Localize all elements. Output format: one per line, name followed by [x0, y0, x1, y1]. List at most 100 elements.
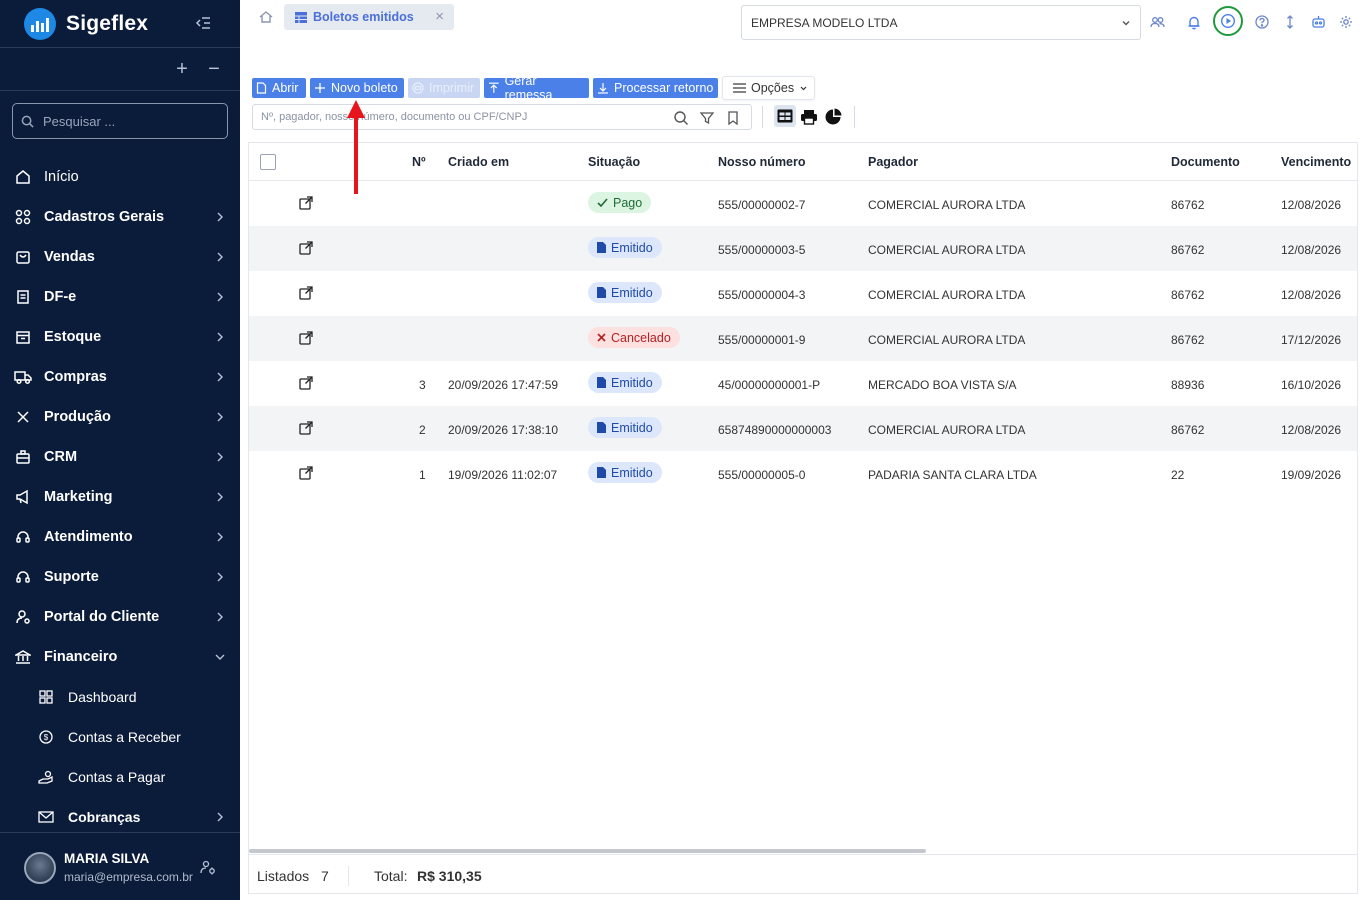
open-external-icon[interactable] — [299, 331, 313, 345]
sidebar-item-label: Marketing — [44, 489, 113, 505]
sidebar-item-portal-do-cliente[interactable]: Portal do Cliente — [0, 597, 240, 637]
open-external-icon[interactable] — [299, 196, 313, 210]
check-icon — [597, 197, 608, 207]
sidebar-item-cadastros-gerais[interactable]: Cadastros Gerais — [0, 197, 240, 237]
status-badge-label: Pago — [613, 195, 643, 210]
users-icon[interactable] — [1148, 13, 1166, 31]
sidebar-item-dfe[interactable]: DF-e — [0, 277, 240, 317]
column-header-criado-em[interactable]: Criado em — [448, 155, 509, 169]
expand-all-icon[interactable]: + — [172, 58, 192, 80]
cell-nosso-numero: 45/00000000001-P — [718, 378, 821, 392]
resize-vertical-icon[interactable] — [1281, 13, 1299, 31]
sidebar-item-inicio[interactable]: Início — [0, 157, 240, 197]
robot-icon[interactable] — [1309, 13, 1327, 31]
select-all-checkbox[interactable] — [260, 154, 276, 170]
sidebar-item-estoque[interactable]: Estoque — [0, 317, 240, 357]
search-icon[interactable] — [673, 110, 689, 126]
sidebar-subitem-dashboard[interactable]: Dashboard — [0, 677, 240, 717]
sidebar-subitem-contas-a-receber[interactable]: $ Contas a Receber — [0, 717, 240, 757]
sidebar-item-crm[interactable]: CRM — [0, 437, 240, 477]
open-external-icon[interactable] — [299, 466, 313, 480]
brand[interactable]: Sigeflex — [24, 8, 148, 40]
headset-icon — [14, 528, 32, 546]
gerar-remessa-label: Gerar remessa — [504, 74, 553, 102]
cell-criado-em: 20/09/2026 17:47:59 — [448, 378, 559, 392]
play-button[interactable] — [1213, 6, 1243, 36]
app-root: Sigeflex + − Início Cadastros Gerais — [0, 0, 1366, 900]
open-external-icon[interactable] — [299, 241, 313, 255]
gear-icon[interactable] — [1337, 13, 1355, 31]
sidebar-item-marketing[interactable]: Marketing — [0, 477, 240, 517]
collapse-sidebar-icon[interactable] — [192, 12, 214, 34]
column-header-vencimento[interactable]: Vencimento — [1281, 155, 1351, 169]
menu-icon — [733, 83, 746, 93]
column-header-numero[interactable]: Nº — [412, 155, 426, 169]
column-header-documento[interactable]: Documento — [1171, 155, 1240, 169]
hand-coins-icon — [38, 769, 54, 785]
table-row[interactable]: Emitido 555/00000003-5 COMERCIAL AURORA LT… — [249, 226, 1357, 271]
sidebar-item-atendimento[interactable]: Atendimento — [0, 517, 240, 557]
filter-icon[interactable] — [699, 110, 715, 126]
open-external-icon[interactable] — [299, 376, 313, 390]
collapse-all-icon[interactable]: − — [204, 58, 224, 80]
novo-boleto-button[interactable]: Novo boleto — [310, 78, 404, 98]
table-row[interactable]: 3 20/09/2026 17:47:59 Emitido 45/0000000000… — [249, 361, 1357, 406]
table-row[interactable]: 2 20/09/2026 17:38:10 Emitido 6587489000000… — [249, 406, 1357, 451]
chevron-right-icon — [217, 372, 223, 382]
chevron-down-icon — [800, 86, 807, 90]
bookmark-icon[interactable] — [725, 110, 741, 126]
tab-label: Boletos emitidos — [313, 10, 414, 24]
column-header-nosso-numero[interactable]: Nosso número — [718, 155, 806, 169]
column-header-situacao[interactable]: Situação — [588, 155, 640, 169]
bell-icon[interactable] — [1185, 13, 1203, 31]
table-row[interactable]: Emitido 555/00000004-3 COMERCIAL AURORA LT… — [249, 271, 1357, 316]
help-icon[interactable] — [1253, 13, 1271, 31]
pie-chart-icon[interactable] — [824, 108, 842, 126]
sidebar-item-suporte[interactable]: Suporte — [0, 557, 240, 597]
sidebar-search[interactable] — [12, 103, 228, 139]
sidebar-item-label: Início — [44, 169, 79, 185]
filter-input[interactable] — [261, 111, 661, 123]
printer-icon[interactable] — [800, 108, 818, 126]
document-icon — [597, 377, 606, 388]
table-row[interactable]: Cancelado 555/00000001-9 COMERCIAL AURORA … — [249, 316, 1357, 361]
imprimir-button[interactable]: Imprimir — [408, 78, 480, 98]
processar-retorno-button[interactable]: Processar retorno — [593, 78, 718, 98]
opcoes-dropdown[interactable]: Opções — [722, 76, 815, 100]
gerar-remessa-button[interactable]: Gerar remessa — [484, 74, 589, 102]
home-icon — [14, 168, 32, 186]
close-tab-icon[interactable]: × — [435, 9, 444, 24]
tab-boletos-emitidos[interactable]: Boletos emitidos × — [284, 4, 454, 30]
sidebar-subitem-cobrancas[interactable]: Cobranças — [0, 797, 240, 837]
user-panel[interactable]: MARIA SILVA maria@empresa.com.br — [0, 832, 240, 900]
novo-boleto-label: Novo boleto — [331, 81, 398, 95]
sidebar-subitem-contas-a-pagar[interactable]: Contas a Pagar — [0, 757, 240, 797]
sidebar-item-compras[interactable]: Compras — [0, 357, 240, 397]
sidebar-item-vendas[interactable]: Vendas — [0, 237, 240, 277]
cell-pagador: COMERCIAL AURORA LTDA — [868, 288, 1026, 302]
table-row[interactable]: 1 19/09/2026 11:02:07 Emitido 555/00000005-… — [249, 451, 1357, 496]
user-settings-icon[interactable] — [199, 858, 217, 876]
file-icon — [256, 82, 267, 94]
horizontal-scrollbar[interactable] — [249, 849, 926, 853]
home-icon[interactable] — [258, 9, 274, 25]
cell-documento: 86762 — [1171, 198, 1205, 212]
sidebar-item-financeiro[interactable]: Financeiro — [0, 637, 240, 677]
cell-pagador: COMERCIAL AURORA LTDA — [868, 333, 1026, 347]
column-header-pagador[interactable]: Pagador — [868, 155, 918, 169]
print-icon — [412, 82, 424, 94]
table-icon — [295, 11, 307, 23]
table-view-button[interactable] — [774, 105, 796, 127]
chevron-down-icon — [215, 654, 225, 660]
cell-documento: 86762 — [1171, 243, 1205, 257]
company-select[interactable]: EMPRESA MODELO LTDA — [741, 5, 1141, 40]
sidebar-item-producao[interactable]: Produção — [0, 397, 240, 437]
imprimir-label: Imprimir — [429, 81, 475, 95]
play-icon — [1220, 13, 1236, 29]
support-icon — [14, 568, 32, 586]
table-row[interactable]: Pago 555/00000002-7 COMERCIAL AURORA LTDA 8… — [249, 181, 1357, 226]
open-external-icon[interactable] — [299, 421, 313, 435]
abrir-button[interactable]: Abrir — [252, 78, 306, 98]
open-external-icon[interactable] — [299, 286, 313, 300]
sidebar-search-input[interactable] — [43, 113, 213, 129]
